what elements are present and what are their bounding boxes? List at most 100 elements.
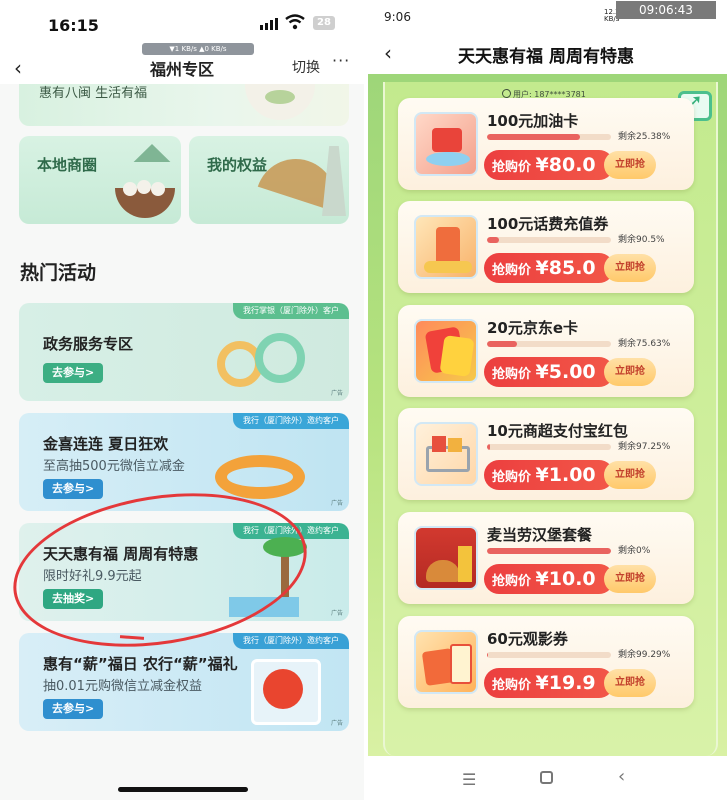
switch-button[interactable]: 切换 bbox=[292, 57, 320, 77]
ribbon-illustration bbox=[255, 333, 305, 383]
burger-thumbnail bbox=[414, 526, 478, 590]
buy-now-button[interactable]: 立即抢 bbox=[604, 254, 656, 282]
stock-progress-fill bbox=[487, 444, 491, 450]
activity-title: 政务服务专区 bbox=[43, 335, 134, 353]
jd-card-thumbnail bbox=[414, 319, 478, 383]
nav-bar: ▼1 KB/s ▲0 KB/s ‹ 福州专区 切换 ··· bbox=[0, 40, 364, 84]
system-nav-bar: ☰ ‹ bbox=[364, 756, 728, 800]
ad-label: 广告 bbox=[330, 390, 343, 397]
shopping-cart-thumbnail bbox=[414, 422, 478, 486]
activity-tag: 我行掌银（厦门除外）客户 bbox=[233, 303, 349, 319]
swim-ring-illustration bbox=[215, 455, 305, 499]
product-item[interactable]: 100元加油卡 剩余25.38% 抢购价 ¥80.0 立即抢 bbox=[398, 98, 694, 190]
left-screen: 16:15 28 ▼1 KB/s ▲0 KB/s ‹ 福州专区 切换 ··· 惠… bbox=[0, 0, 364, 800]
product-title: 60元观影券 bbox=[487, 630, 568, 648]
stock-progress-fill bbox=[487, 341, 518, 347]
activity-subtitle: 至高抽500元微信立减金 bbox=[43, 459, 185, 474]
product-item[interactable]: 10元商超支付宝红包 剩余97.25% 抢购价 ¥1.00 立即抢 bbox=[398, 408, 694, 500]
section-title: 热门活动 bbox=[20, 262, 97, 284]
remaining-label: 剩余75.63% bbox=[618, 339, 671, 349]
price-value: ¥10.0 bbox=[535, 568, 596, 590]
stock-progress-bar bbox=[487, 652, 611, 658]
product-item[interactable]: 20元京东e卡 剩余75.63% 抢购价 ¥5.00 立即抢 bbox=[398, 305, 694, 397]
stock-progress-fill bbox=[487, 652, 488, 658]
price-badge: 抢购价 ¥80.0 bbox=[484, 150, 614, 180]
activity-tag: 我行（厦门除外）邀约客户 bbox=[233, 413, 349, 429]
stock-progress-fill bbox=[487, 134, 580, 140]
activity-button[interactable]: 去参与> bbox=[43, 479, 104, 499]
buy-now-button[interactable]: 立即抢 bbox=[604, 669, 656, 697]
activity-card-government[interactable]: 我行掌银（厦门除外）客户 政务服务专区 去参与> 广告 bbox=[19, 303, 349, 401]
price-badge: 抢购价 ¥19.9 bbox=[484, 668, 614, 698]
local-business-card[interactable]: 本地商圈 bbox=[19, 136, 181, 224]
price-label: 抢购价 bbox=[492, 574, 532, 589]
ad-label: 广告 bbox=[330, 500, 343, 507]
phone-credit-thumbnail bbox=[414, 215, 478, 279]
product-title: 100元加油卡 bbox=[487, 112, 579, 130]
product-title: 100元话费充值券 bbox=[487, 215, 609, 233]
card-title: 我的权益 bbox=[207, 156, 268, 174]
pavilion-illustration bbox=[133, 144, 171, 162]
timestamp-watermark: 09:06:43 bbox=[616, 1, 716, 19]
ad-label: 广告 bbox=[330, 610, 343, 617]
tangyuan-illustration bbox=[137, 180, 151, 194]
stock-progress-fill bbox=[487, 548, 611, 554]
top-banner[interactable]: 惠有八闽 生活有福 bbox=[19, 84, 349, 126]
price-value: ¥19.9 bbox=[535, 672, 596, 694]
activity-button[interactable]: 去参与> bbox=[43, 699, 104, 719]
product-item[interactable]: 60元观影券 剩余99.29% 抢购价 ¥19.9 立即抢 bbox=[398, 616, 694, 708]
price-value: ¥80.0 bbox=[535, 154, 596, 176]
tangyuan-illustration bbox=[123, 182, 137, 196]
product-title: 麦当劳汉堡套餐 bbox=[487, 526, 593, 544]
stock-progress-fill bbox=[487, 237, 499, 243]
movie-ticket-thumbnail bbox=[414, 630, 478, 694]
product-item[interactable]: 100元话费充值券 剩余90.5% 抢购价 ¥85.0 立即抢 bbox=[398, 201, 694, 293]
activity-subtitle: 抽0.01元购微信立减金权益 bbox=[43, 679, 202, 694]
activity-card-salary[interactable]: 我行（厦门除外）邀约客户 惠有“薪”福日 农行“薪”福礼 抽0.01元购微信立减… bbox=[19, 633, 349, 731]
stock-progress-bar bbox=[487, 134, 611, 140]
price-label: 抢购价 bbox=[492, 470, 532, 485]
product-title: 20元京东e卡 bbox=[487, 319, 579, 337]
product-item[interactable]: 麦当劳汉堡套餐 剩余0% 抢购价 ¥10.0 立即抢 bbox=[398, 512, 694, 604]
home-icon[interactable] bbox=[540, 771, 553, 784]
status-time: 16:15 bbox=[48, 16, 99, 35]
battery-icon: 28 bbox=[313, 16, 335, 30]
tangyuan-illustration bbox=[151, 182, 165, 196]
price-badge: 抢购价 ¥10.0 bbox=[484, 564, 614, 594]
wifi-icon bbox=[285, 14, 305, 30]
activity-button[interactable]: 去参与> bbox=[43, 363, 104, 383]
home-indicator[interactable] bbox=[118, 787, 248, 792]
price-badge: 抢购价 ¥5.00 bbox=[484, 357, 614, 387]
stock-progress-bar bbox=[487, 341, 611, 347]
network-speed-badge: ▼1 KB/s ▲0 KB/s bbox=[142, 43, 254, 55]
user-icon bbox=[502, 89, 511, 98]
remaining-label: 剩余0% bbox=[618, 546, 651, 556]
activity-title: 金喜连连 夏日狂欢 bbox=[43, 435, 169, 453]
buy-now-button[interactable]: 立即抢 bbox=[604, 151, 656, 179]
price-badge: 抢购价 ¥1.00 bbox=[484, 460, 614, 490]
stock-progress-bar bbox=[487, 548, 611, 554]
banner-text: 惠有八闽 生活有福 bbox=[39, 86, 148, 101]
buy-now-button[interactable]: 立即抢 bbox=[604, 461, 656, 489]
price-value: ¥1.00 bbox=[535, 464, 596, 486]
tea-illustration bbox=[265, 90, 295, 104]
buy-now-button[interactable]: 立即抢 bbox=[604, 565, 656, 593]
stock-progress-bar bbox=[487, 237, 611, 243]
menu-icon[interactable]: ☰ bbox=[462, 770, 476, 789]
activity-tag: 我行（厦门除外）邀约客户 bbox=[233, 633, 349, 649]
remaining-label: 剩余25.38% bbox=[618, 132, 671, 142]
price-value: ¥85.0 bbox=[535, 257, 596, 279]
price-label: 抢购价 bbox=[492, 367, 532, 382]
fuel-card-thumbnail bbox=[414, 112, 478, 176]
price-value: ¥5.00 bbox=[535, 361, 596, 383]
more-icon[interactable]: ··· bbox=[332, 51, 350, 70]
price-badge: 抢购价 ¥85.0 bbox=[484, 253, 614, 283]
ad-label: 广告 bbox=[330, 720, 343, 727]
signal-icon bbox=[260, 18, 278, 30]
buy-now-button[interactable]: 立即抢 bbox=[604, 358, 656, 386]
page-title: 天天惠有福 周周有特惠 bbox=[458, 47, 634, 67]
nav-bar: ‹ 天天惠有福 周周有特惠 bbox=[364, 30, 728, 74]
back-icon[interactable]: ‹ bbox=[618, 766, 625, 787]
card-title: 本地商圈 bbox=[37, 156, 98, 174]
price-label: 抢购价 bbox=[492, 263, 532, 278]
